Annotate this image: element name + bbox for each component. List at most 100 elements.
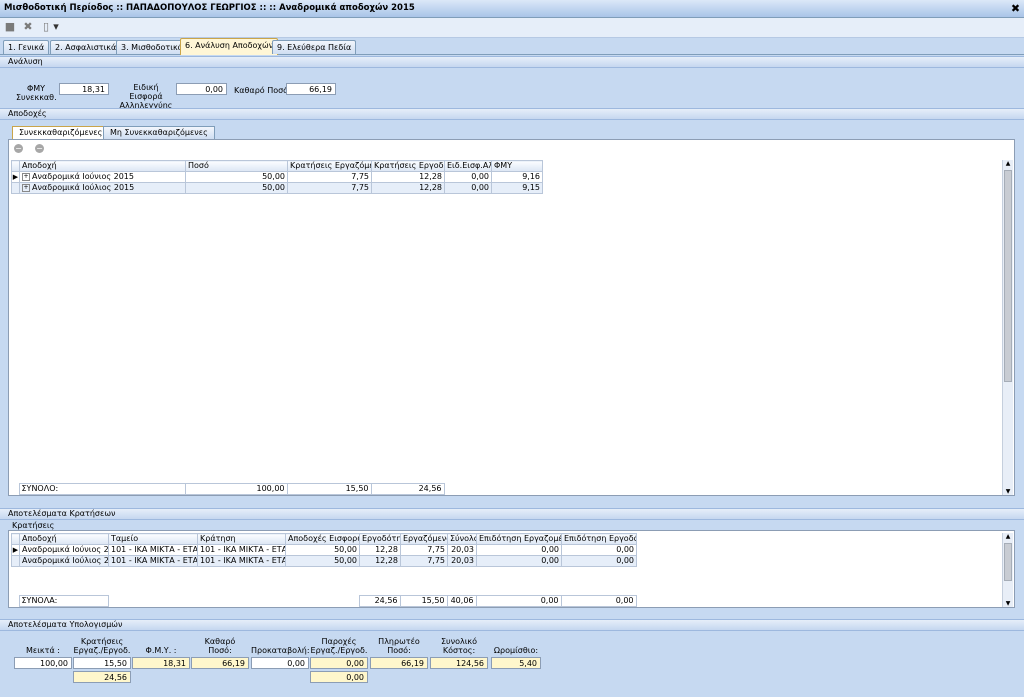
title-bar: Μισθοδοτική Περίοδος :: ΠΑΠΑΔΟΠΟΥΛΟΣ ΓΕΩ… <box>0 0 1024 18</box>
deductions-total-row: ΣΥΝΟΛΑ: 24,56 15,50 40,06 0,00 0,00 <box>11 595 637 607</box>
scroll-down-icon[interactable]: ▼ <box>1004 600 1012 607</box>
table-header: Αποδοχή Ποσό Κρατήσεις Εργαζόμενου Κρατή… <box>11 160 543 172</box>
table-row[interactable]: + Αναδρομικά Ιούλιος 2015 50,00 7,75 12,2… <box>11 182 543 194</box>
fmy-field[interactable]: 18,31 <box>59 83 109 95</box>
expand-icon[interactable]: + <box>22 172 30 181</box>
analysis-section-header: Ανάλυση <box>0 56 1024 68</box>
net-amount-field[interactable]: 66,19 <box>286 83 336 95</box>
cell: Αναδρομικά Ιούλιος 2015 <box>32 183 135 193</box>
table-row[interactable]: ▶ + Αναδρομικά Ιούνιος 2015 50,00 7,75 12… <box>11 171 543 183</box>
total-employee-deductions: 15,50 <box>286 483 372 495</box>
fmy-result-field[interactable]: 18,31 <box>132 657 190 669</box>
deductions-scrollbar[interactable]: ▲ ▼ <box>1002 533 1013 607</box>
col-total[interactable]: Σύνολο <box>447 533 477 545</box>
tab-general[interactable]: 1. Γενικά <box>3 40 50 54</box>
scroll-thumb[interactable] <box>1004 543 1012 581</box>
remove-icon[interactable]: − <box>14 144 23 153</box>
deductions-employee-field[interactable]: 15,50 <box>73 657 131 669</box>
subtab-consolidated[interactable]: Συνεκκαθαριζόμενες <box>12 126 110 139</box>
subtab-non-consolidated[interactable]: Μη Συνεκκαθαριζόμενες <box>103 126 215 139</box>
gross-field[interactable]: 100,00 <box>14 657 72 669</box>
cell: 50,00 <box>285 555 360 567</box>
deductions-table: Αποδοχή Ταμείο Κράτηση Αποδοχές Εισφορών… <box>11 533 637 567</box>
col-earning[interactable]: Αποδοχή <box>19 533 109 545</box>
cell: 20,03 <box>447 544 477 556</box>
deductions-employer-field[interactable]: 24,56 <box>73 671 131 683</box>
deductions-subtitle: Κρατήσεις <box>12 521 55 530</box>
cell: Αναδρομικά Ιούνιος 2015 <box>19 544 109 556</box>
scroll-up-icon[interactable]: ▲ <box>1004 160 1012 167</box>
cell: Αναδρομικά Ιούνιος 2015 <box>32 172 134 182</box>
col-contribution-earnings[interactable]: Αποδοχές Εισφορών <box>285 533 360 545</box>
col-employee-deductions[interactable]: Κρατήσεις Εργαζόμενου <box>287 160 372 172</box>
col-employee-subsidy[interactable]: Επιδότηση Εργαζομένου <box>476 533 562 545</box>
cell: 7,75 <box>400 555 448 567</box>
col-employer-subsidy[interactable]: Επιδότηση Εργοδότη <box>561 533 637 545</box>
hourly-wage-label: Ωρομίσθιο: <box>493 646 539 655</box>
hourly-wage-field[interactable]: 5,40 <box>491 657 541 669</box>
total-sum: 40,06 <box>446 595 477 607</box>
col-fmy[interactable]: ΦΜΥ <box>491 160 543 172</box>
fmy-label: ΦΜΥ Συνεκκαθ. <box>16 84 57 102</box>
total-employer-deductions: 24,56 <box>370 483 445 495</box>
col-employee[interactable]: Εργαζόμενος <box>400 533 448 545</box>
gross-label: Μεικτά : <box>26 646 60 655</box>
copy-icon[interactable]: ▯ <box>40 21 52 33</box>
col-solidarity[interactable]: Ειδ.Εισφ.Αλλ. <box>444 160 492 172</box>
total-employee: 15,50 <box>399 595 448 607</box>
table-row[interactable]: ▶ Αναδρομικά Ιούνιος 2015 101 - ΙΚΑ ΜΙΚΤ… <box>11 544 637 556</box>
earnings-section-header: Αποδοχές <box>0 108 1024 120</box>
delete-icon[interactable]: ✖ <box>22 21 34 33</box>
solidarity-contribution-field[interactable]: 0,00 <box>176 83 227 95</box>
col-amount[interactable]: Ποσό <box>185 160 288 172</box>
col-earning[interactable]: Αποδοχή <box>19 160 186 172</box>
advance-field[interactable]: 0,00 <box>251 657 309 669</box>
total-label: ΣΥΝΟΛΟ: <box>18 483 186 495</box>
total-employee-subsidy: 0,00 <box>475 595 562 607</box>
cell: 0,00 <box>444 171 492 183</box>
total-amount: 100,00 <box>184 483 288 495</box>
benefits-label: Παροχές Εργαζ./Εργοδ. <box>310 637 368 655</box>
scroll-down-icon[interactable]: ▼ <box>1004 488 1012 495</box>
close-icon[interactable]: ✖ <box>1009 2 1022 15</box>
cell: 7,75 <box>287 171 372 183</box>
earnings-table: Αποδοχή Ποσό Κρατήσεις Εργαζόμενου Κρατή… <box>11 160 543 194</box>
cell: 50,00 <box>185 182 288 194</box>
net-result-label: Καθαρό Ποσό: <box>204 637 236 655</box>
row-pointer-icon: ▶ <box>11 544 20 556</box>
remove-icon[interactable]: − <box>35 144 44 153</box>
earnings-title: Αποδοχές <box>8 109 47 118</box>
expand-icon[interactable]: + <box>22 183 30 192</box>
tab-earnings-analysis[interactable]: 6. Ανάλυση Αποδοχών <box>180 38 279 55</box>
cell: 101 - ΙΚΑ ΜΙΚΤΑ - ΕΤΑΜ <box>108 544 198 556</box>
net-amount-label: Καθαρό Ποσό <box>234 86 289 95</box>
col-deduction[interactable]: Κράτηση <box>197 533 286 545</box>
col-fund[interactable]: Ταμείο <box>108 533 198 545</box>
cell: 101 - ΙΚΑ ΜΙΚΤΑ - ΕΤΑΜ <box>108 555 198 567</box>
cell: 0,00 <box>476 544 562 556</box>
total-label: ΣΥΝΟΛΑ: <box>18 595 109 607</box>
total-employer: 24,56 <box>358 595 401 607</box>
tab-insurance[interactable]: 2. Ασφαλιστικά <box>50 40 122 54</box>
cell: 12,28 <box>359 555 401 567</box>
results-section-header: Αποτελέσματα Υπολογισμών <box>0 619 1024 631</box>
tab-free-fields[interactable]: 9. Ελεύθερα Πεδία <box>272 40 357 54</box>
scroll-up-icon[interactable]: ▲ <box>1004 533 1012 540</box>
col-employer[interactable]: Εργοδότης <box>359 533 401 545</box>
save-icon[interactable]: ■ <box>4 21 16 33</box>
scroll-thumb[interactable] <box>1004 170 1012 382</box>
col-employer-deductions[interactable]: Κρατήσεις Εργοδότη <box>371 160 445 172</box>
benefits-employee-field[interactable]: 0,00 <box>310 657 368 669</box>
tab-payroll[interactable]: 3. Μισθοδοτικά <box>116 40 188 54</box>
deductions-label: Κρατήσεις Εργαζ./Εργοδ. <box>73 637 131 655</box>
payable-field[interactable]: 66,19 <box>370 657 428 669</box>
benefits-employer-field[interactable]: 0,00 <box>310 671 368 683</box>
cell: 7,75 <box>400 544 448 556</box>
earnings-scrollbar[interactable]: ▲ ▼ <box>1002 160 1013 495</box>
payable-label: Πληρωτέο Ποσό: <box>378 637 420 655</box>
net-result-field[interactable]: 66,19 <box>191 657 249 669</box>
total-cost-field[interactable]: 124,56 <box>430 657 488 669</box>
chevron-down-icon[interactable]: ▾ <box>52 21 60 33</box>
table-row[interactable]: Αναδρομικά Ιούλιος 2015 101 - ΙΚΑ ΜΙΚΤΑ … <box>11 555 637 567</box>
fmy-result-label: Φ.Μ.Υ. : <box>145 646 177 655</box>
